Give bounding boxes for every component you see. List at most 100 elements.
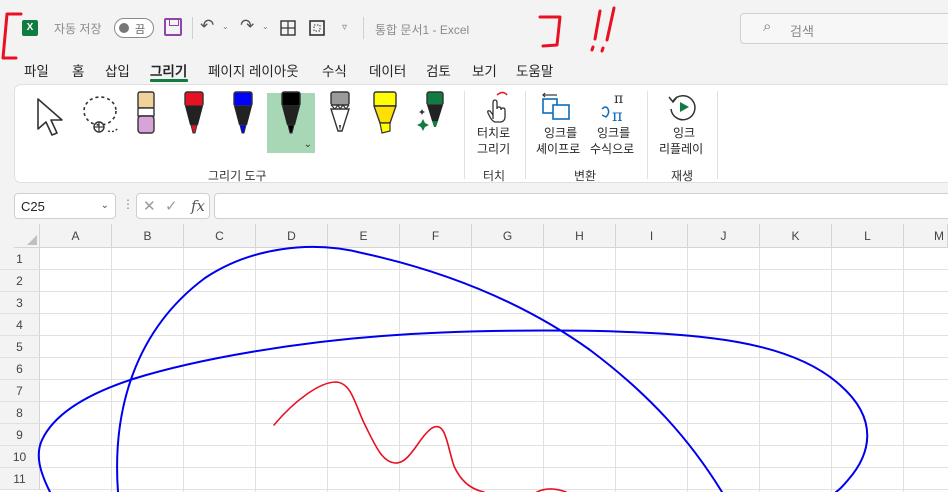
column-header-b[interactable]: B: [112, 224, 184, 248]
row-header-4[interactable]: 4: [0, 314, 40, 336]
title-bar: X 자동 저장 끔 ↶ ⌄ ↷ ⌄ ▿ 통합 문서1 - Excel ⌕ 검색: [0, 0, 948, 55]
active-tab-indicator: [150, 79, 188, 82]
row-header-11[interactable]: 11: [0, 468, 40, 490]
save-icon[interactable]: [164, 18, 182, 36]
ink-to-math-label-1: 잉크를: [597, 126, 631, 140]
group-label-touch: 터치: [483, 169, 506, 183]
customize-quick-access-icon[interactable]: ▿: [342, 22, 347, 33]
ink-replay-icon: [668, 94, 696, 121]
name-box-value: C25: [21, 199, 45, 214]
tab-review[interactable]: 검토: [426, 60, 451, 80]
tab-file[interactable]: 파일: [24, 60, 49, 80]
tab-help[interactable]: 도움말: [516, 60, 553, 80]
merge-cells-icon[interactable]: [309, 20, 325, 36]
group-label-drawing-tools: 그리기 도구: [208, 169, 267, 183]
document-title: 통합 문서1 - Excel: [375, 23, 470, 37]
ink-replay-label-1: 잉크: [673, 126, 696, 140]
ink-to-shape-icon: [542, 92, 570, 120]
worksheet-grid[interactable]: A B C D E F G H I J K L M 1 2 3 4 5 6 7 …: [0, 224, 948, 492]
ink-replay-label-2: 리플레이: [659, 142, 704, 156]
tab-formulas[interactable]: 수식: [322, 60, 347, 80]
formula-input[interactable]: [214, 193, 948, 219]
divider: [363, 17, 364, 39]
svg-text:π: π: [612, 106, 623, 123]
row-header-6[interactable]: 6: [0, 358, 40, 380]
autosave-toggle[interactable]: 끔: [114, 18, 154, 38]
column-header-f[interactable]: F: [400, 224, 472, 248]
ribbon-tabs: 파일 홈 삽입 그리기 페이지 레이아웃 수식 데이터 검토 보기 도움말: [0, 55, 948, 83]
ribbon-panel: ⌄ 그리기 도구 터치로 그리기 터치 잉크를 셰이프로 π π 잉크를 수식으…: [14, 84, 948, 183]
touch-draw-label-2: 그리기: [477, 142, 511, 156]
toggle-knob: [119, 23, 129, 33]
column-header-h[interactable]: H: [544, 224, 616, 248]
row-header-5[interactable]: 5: [0, 336, 40, 358]
row-header-8[interactable]: 8: [0, 402, 40, 424]
column-header-l[interactable]: L: [832, 224, 904, 248]
select-all-button[interactable]: [14, 224, 40, 248]
group-divider: [464, 91, 465, 179]
gray-pencil-icon[interactable]: [327, 91, 353, 139]
chevron-down-icon[interactable]: ⌄: [101, 200, 109, 211]
row-header-2[interactable]: 2: [0, 270, 40, 292]
row-header-7[interactable]: 7: [0, 380, 40, 402]
more-options-icon[interactable]: ⋮: [122, 197, 134, 211]
tab-page-layout[interactable]: 페이지 레이아웃: [208, 60, 299, 80]
search-placeholder: 검색: [790, 24, 814, 39]
pen-options-chevron-icon[interactable]: ⌄: [304, 139, 312, 150]
row-header-3[interactable]: 3: [0, 292, 40, 314]
action-pen-icon[interactable]: [417, 91, 451, 139]
blue-pen-icon[interactable]: [230, 91, 256, 139]
ink-to-math-icon: π π: [601, 91, 623, 123]
black-pen-icon: [281, 91, 301, 134]
undo-dropdown-icon[interactable]: ⌄: [222, 22, 229, 31]
formula-buttons: ✕ ✓ fx: [136, 193, 210, 219]
tab-insert[interactable]: 삽입: [105, 60, 130, 80]
divider: [192, 17, 193, 39]
ink-to-shape-label-2: 셰이프로: [536, 142, 581, 156]
select-tool-icon[interactable]: [35, 97, 67, 137]
svg-text:π: π: [614, 91, 623, 107]
row-header-1[interactable]: 1: [0, 248, 40, 270]
insert-function-icon[interactable]: fx: [191, 197, 205, 215]
tab-view[interactable]: 보기: [472, 60, 497, 80]
column-header-i[interactable]: I: [616, 224, 688, 248]
red-pen-icon[interactable]: [181, 91, 207, 139]
row-header-10[interactable]: 10: [0, 446, 40, 468]
name-box[interactable]: C25 ⌄: [14, 193, 116, 219]
touch-hand-icon: [487, 91, 508, 123]
touch-draw-label-1: 터치로: [477, 126, 511, 140]
column-header-e[interactable]: E: [328, 224, 400, 248]
column-header-j[interactable]: J: [688, 224, 760, 248]
lasso-select-icon[interactable]: [78, 93, 126, 139]
autosave-label: 자동 저장: [54, 22, 102, 36]
column-header-c[interactable]: C: [184, 224, 256, 248]
redo-dropdown-icon[interactable]: ⌄: [262, 22, 269, 31]
borders-icon[interactable]: [280, 20, 296, 36]
column-header-k[interactable]: K: [760, 224, 832, 248]
group-divider: [647, 91, 648, 179]
cell-area[interactable]: [40, 248, 948, 492]
group-label-replay: 재생: [671, 169, 694, 183]
cancel-icon[interactable]: ✕: [143, 197, 156, 215]
undo-icon[interactable]: ↶: [200, 16, 214, 36]
pencil-tool-icon[interactable]: [132, 91, 160, 137]
search-box[interactable]: ⌕ 검색: [740, 13, 948, 44]
tab-draw[interactable]: 그리기: [150, 60, 187, 80]
column-header-g[interactable]: G: [472, 224, 544, 248]
grid-left-strip: [0, 224, 14, 248]
redo-icon[interactable]: ↷: [240, 16, 254, 36]
column-header-d[interactable]: D: [256, 224, 328, 248]
autosave-state: 끔: [135, 24, 146, 36]
column-header-a[interactable]: A: [40, 224, 112, 248]
column-header-m[interactable]: M: [904, 224, 948, 248]
group-label-convert: 변환: [574, 169, 597, 183]
group-divider: [717, 91, 718, 179]
tab-home[interactable]: 홈: [72, 60, 84, 80]
row-header-9[interactable]: 9: [0, 424, 40, 446]
excel-logo-icon: X: [22, 20, 38, 36]
enter-check-icon[interactable]: ✓: [165, 197, 178, 215]
tab-data[interactable]: 데이터: [369, 60, 406, 80]
ink-to-shape-label-1: 잉크를: [544, 126, 578, 140]
yellow-highlighter-icon[interactable]: [370, 91, 400, 139]
black-pen-selected[interactable]: ⌄: [267, 91, 315, 153]
